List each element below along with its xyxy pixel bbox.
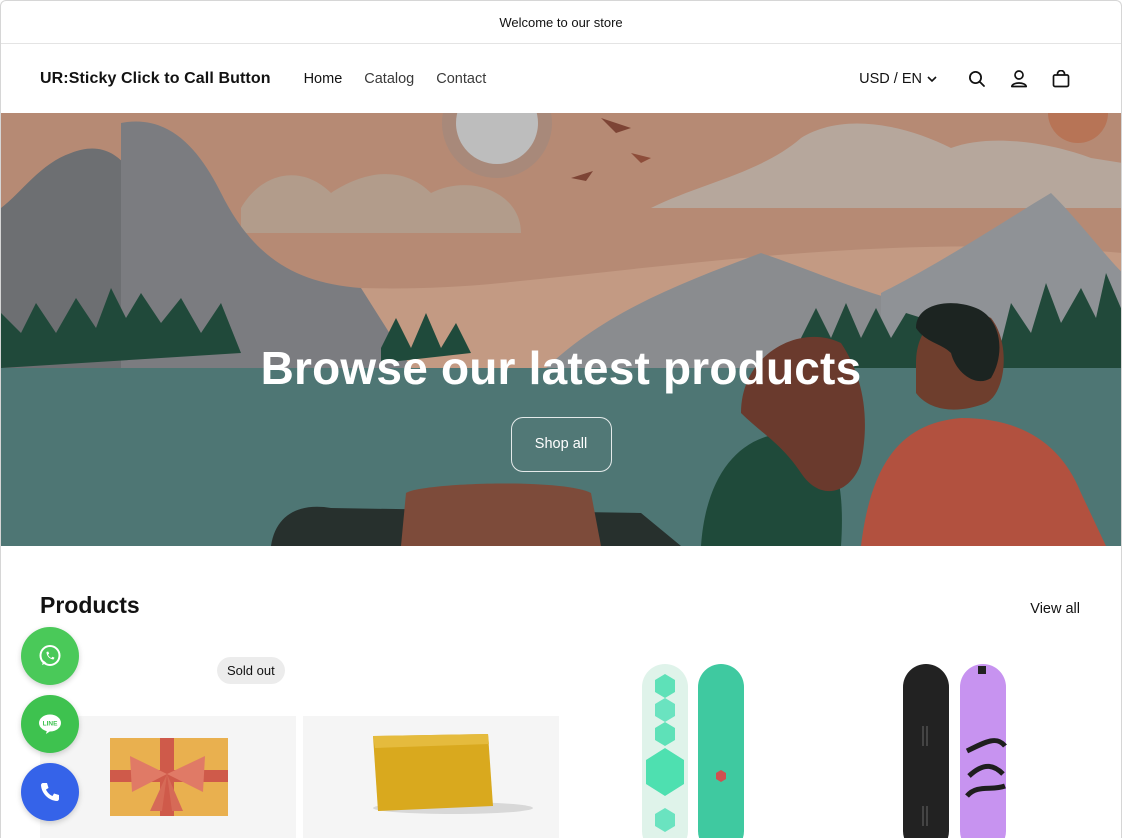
product-card-wax[interactable] bbox=[303, 656, 559, 838]
announcement-text: Welcome to our store bbox=[499, 14, 623, 30]
search-button[interactable] bbox=[956, 58, 998, 100]
store-brand[interactable]: UR:Sticky Click to Call Button bbox=[40, 70, 271, 88]
nav-home[interactable]: Home bbox=[293, 71, 354, 87]
chevron-down-icon bbox=[927, 75, 937, 82]
whatsapp-icon bbox=[39, 645, 61, 666]
hero-illustration bbox=[1, 113, 1121, 546]
cart-button[interactable] bbox=[1040, 58, 1082, 100]
snowboard-purple-image bbox=[903, 664, 1007, 838]
hero-title: Browse our latest products bbox=[260, 342, 862, 394]
search-icon bbox=[969, 70, 985, 87]
sold-out-badge: Sold out bbox=[217, 657, 285, 684]
locale-label: USD / EN bbox=[859, 70, 922, 87]
account-button[interactable] bbox=[998, 58, 1040, 100]
phone-icon bbox=[41, 783, 59, 801]
site-header: UR:Sticky Click to Call Button Home Cata… bbox=[1, 44, 1121, 113]
hero-content: Browse our latest products Shop all bbox=[1, 341, 1121, 472]
currency-language-selector[interactable]: USD / EN bbox=[859, 71, 938, 87]
hero-banner: Browse our latest products Shop all bbox=[1, 113, 1121, 546]
nav-contact[interactable]: Contact bbox=[425, 71, 497, 87]
phone-call-button[interactable] bbox=[21, 763, 79, 821]
wax-bar-image bbox=[303, 716, 559, 838]
nav-catalog[interactable]: Catalog bbox=[353, 71, 425, 87]
shop-all-button[interactable]: Shop all bbox=[510, 417, 612, 472]
line-icon-label: LINE bbox=[43, 721, 58, 728]
view-all-link[interactable]: View all bbox=[1030, 601, 1080, 617]
product-card-snowboard-purple[interactable] bbox=[827, 656, 1083, 838]
products-header: Products View all bbox=[40, 592, 1080, 619]
header-actions: USD / EN bbox=[859, 58, 1082, 100]
products-title: Products bbox=[40, 592, 140, 618]
browser-frame: Welcome to our store UR:Sticky Click to … bbox=[0, 0, 1122, 838]
account-icon bbox=[1010, 70, 1028, 88]
line-icon: LINE bbox=[39, 714, 61, 734]
product-card-snowboard-hydrogen[interactable] bbox=[566, 656, 822, 838]
cart-icon bbox=[1052, 69, 1070, 87]
snowboard-teal-image bbox=[642, 664, 744, 838]
line-chat-button[interactable]: LINE bbox=[21, 695, 79, 753]
announcement-bar: Welcome to our store bbox=[1, 1, 1121, 44]
main-nav: Home Catalog Contact bbox=[293, 71, 498, 87]
whatsapp-call-button[interactable] bbox=[21, 627, 79, 685]
